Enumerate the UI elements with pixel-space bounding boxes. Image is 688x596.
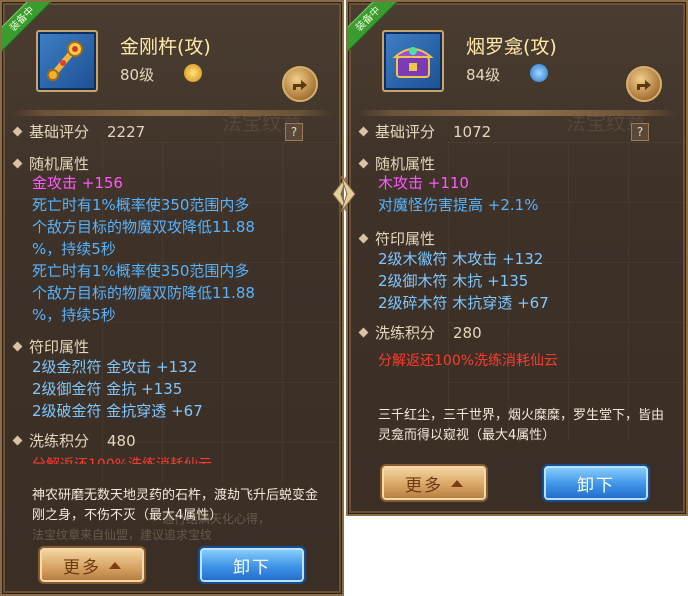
base-score-value: 2227 xyxy=(107,123,146,141)
header-divider xyxy=(12,110,332,116)
rune-attr-label: 符印属性 xyxy=(29,338,90,356)
item-level: 80级 xyxy=(120,66,155,84)
rune-line: 2级碎木符 木抗穿透 +67 xyxy=(378,294,549,312)
share-button[interactable] xyxy=(282,66,318,102)
bullet-diamond-icon xyxy=(358,327,369,338)
item-icon-shrine xyxy=(382,30,444,92)
rune-line: 2级金烈符 金攻击 +132 xyxy=(32,358,198,376)
bullet-diamond-icon xyxy=(358,158,369,169)
help-button[interactable]: ? xyxy=(285,123,303,141)
refine-score-value: 280 xyxy=(453,324,482,342)
random-attr-header: 随机属性 xyxy=(358,153,435,174)
item-icon-vajra xyxy=(36,30,98,92)
random-attr-line: 个敌方目标的物魔双攻降低11.88 xyxy=(32,218,255,236)
refine-score-label: 洗练积分 xyxy=(29,432,90,450)
base-score-label: 基础评分 xyxy=(375,123,436,141)
unload-button-label: 卸下 xyxy=(577,475,615,496)
triangle-up-icon xyxy=(109,561,121,569)
bullet-diamond-icon xyxy=(12,435,23,446)
item-tooltip-right: 法宝纹章 装备中 烟罗龛(攻) 84级 基础评分 1072 ? 随机属性 木攻击 … xyxy=(346,0,688,516)
next-arrow-icon[interactable] xyxy=(341,176,357,212)
more-button[interactable]: 更多 xyxy=(380,464,488,502)
bullet-diamond-icon xyxy=(12,126,23,137)
refund-note: 分解返还100%洗练消耗仙云 xyxy=(378,353,559,369)
random-attr-line: 金攻击 +156 xyxy=(32,174,123,192)
rune-line: 2级破金符 金抗穿透 +67 xyxy=(32,402,203,420)
item-tooltip-left: 法宝纹章 装备中 金刚杵(攻) 80级 基础评分 2227 ? 随机属性 金攻击 … xyxy=(0,0,344,596)
background-text: 法宝纹章来自仙盟，建议追求宝纹 xyxy=(32,528,213,542)
share-icon xyxy=(637,80,651,90)
base-score-label: 基础评分 xyxy=(29,123,90,141)
refund-note-clipped: 分解返还100%洗练消耗仙云 xyxy=(32,454,212,464)
more-button[interactable]: 更多 xyxy=(38,546,146,584)
item-level: 84级 xyxy=(466,66,501,84)
random-attr-line: 死亡时有1%概率使350范围内多 xyxy=(32,262,250,280)
random-attr-label: 随机属性 xyxy=(375,155,436,173)
more-button-label: 更多 xyxy=(405,475,443,496)
more-button-label: 更多 xyxy=(63,557,101,578)
refine-score-value: 480 xyxy=(107,432,136,450)
random-attr-label: 随机属性 xyxy=(29,155,90,173)
refine-score-row: 洗练积分 280 xyxy=(358,322,482,343)
rune-line: 2级御木符 木抗 +135 xyxy=(378,272,529,290)
unload-button-label: 卸下 xyxy=(233,557,271,578)
bullet-diamond-icon xyxy=(358,233,369,244)
random-attr-line: 木攻击 +110 xyxy=(378,174,469,192)
base-score-row: 基础评分 1072 xyxy=(358,121,491,142)
rune-line: 2级御金符 金抗 +135 xyxy=(32,380,183,398)
background-text: 通行结满天化心得， xyxy=(162,512,271,526)
bullet-diamond-icon xyxy=(358,126,369,137)
rune-attr-header: 符印属性 xyxy=(358,228,435,249)
random-attr-line: 死亡时有1%概率使350范围内多 xyxy=(32,196,250,214)
water-element-icon xyxy=(530,64,548,82)
random-attr-line: 对魔怪伤害提高 +2.1% xyxy=(378,196,539,214)
rune-attr-header: 符印属性 xyxy=(12,336,89,357)
rune-line: 2级木徽符 木攻击 +132 xyxy=(378,250,544,268)
base-score-value: 1072 xyxy=(453,123,492,141)
refine-score-label: 洗练积分 xyxy=(375,324,436,342)
share-button[interactable] xyxy=(626,66,662,102)
triangle-up-icon xyxy=(451,479,463,487)
item-name: 金刚杵(攻) xyxy=(120,36,211,58)
random-attr-header: 随机属性 xyxy=(12,153,89,174)
unload-button[interactable]: 卸下 xyxy=(198,546,306,584)
refine-score-row: 洗练积分 480 xyxy=(12,430,136,451)
bullet-diamond-icon xyxy=(12,158,23,169)
random-attr-line: %，持续5秒 xyxy=(32,240,116,258)
help-button[interactable]: ? xyxy=(631,123,649,141)
item-description: 三千红尘，三千世界，烟火糜糜，罗生堂下，皆由灵龛而得以窥视（最大4属性） xyxy=(378,408,665,443)
rune-attr-label: 符印属性 xyxy=(375,230,436,248)
unload-button[interactable]: 卸下 xyxy=(542,464,650,502)
random-attr-line: 个敌方目标的物魔双防降低11.88 xyxy=(32,284,255,302)
header-divider xyxy=(358,110,676,116)
base-score-row: 基础评分 2227 xyxy=(12,121,145,142)
bullet-diamond-icon xyxy=(12,341,23,352)
item-name: 烟罗龛(攻) xyxy=(466,36,557,58)
metal-element-icon xyxy=(184,64,202,82)
random-attr-line: %，持续5秒 xyxy=(32,306,116,324)
bag-grid-background xyxy=(102,142,342,482)
share-icon xyxy=(293,80,307,90)
